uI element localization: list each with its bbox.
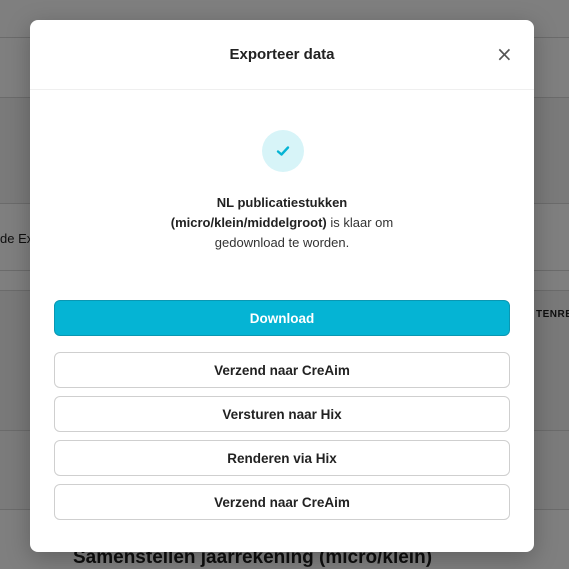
send-to-hix-button[interactable]: Versturen naar Hix	[54, 396, 510, 432]
render-via-hix-button[interactable]: Renderen via Hix	[54, 440, 510, 476]
send-to-creaim-button[interactable]: Verzend naar CreAim	[54, 352, 510, 388]
download-button[interactable]: Download	[54, 300, 510, 336]
dialog-header: Exporteer data ×	[30, 20, 534, 90]
export-name-line1: NL publicatiestukken	[216, 195, 348, 210]
send-to-creaim-button-2[interactable]: Verzend naar CreAim	[54, 484, 510, 520]
export-name-line2: (micro/klein/middelgroot)	[170, 215, 327, 230]
close-icon[interactable]: ×	[496, 43, 513, 65]
message-text: gedownload te worden.	[214, 235, 350, 250]
export-data-dialog: Exporteer data × NL publicatiestukken (m…	[30, 20, 534, 552]
export-ready-message: NL publicatiestukken (micro/klein/middel…	[70, 193, 494, 253]
success-check-icon	[262, 130, 304, 172]
dialog-title: Exporteer data	[229, 46, 335, 63]
message-text: is klaar om	[326, 215, 394, 230]
